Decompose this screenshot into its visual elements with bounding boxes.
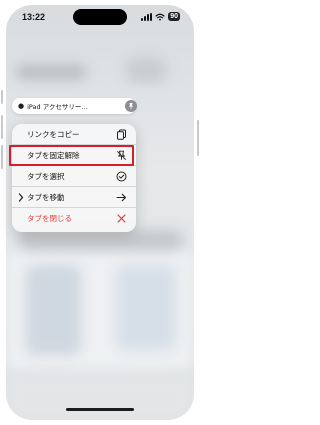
blurred-background <box>26 265 81 355</box>
menu-item-copy-link[interactable]: リンクをコピー <box>12 124 136 145</box>
volume-up-button <box>1 115 3 139</box>
power-button <box>197 120 199 156</box>
chevron-right-icon <box>18 193 24 202</box>
phone-frame: 13:22 90 ● iPad アクセサリー… リンクをコピー タブを固定解除 … <box>0 0 200 425</box>
action-button <box>1 90 3 104</box>
blurred-background <box>18 230 183 250</box>
blurred-background <box>16 65 86 79</box>
menu-item-label: タブを移動 <box>27 192 65 202</box>
blurred-background <box>116 265 176 350</box>
home-indicator[interactable] <box>66 408 134 411</box>
pinned-tab[interactable]: ● iPad アクセサリー… <box>12 98 136 114</box>
blurred-background <box>126 57 166 83</box>
menu-item-move-tab[interactable]: タブを移動 <box>12 187 136 208</box>
dynamic-island <box>73 9 127 25</box>
copy-icon <box>117 129 126 140</box>
apple-logo-icon: ● <box>18 102 25 110</box>
context-menu: リンクをコピー タブを固定解除 タブを選択 タブを移動 タブを閉じる <box>12 124 136 232</box>
battery-indicator: 90 <box>168 12 180 21</box>
highlight-box <box>9 145 134 166</box>
pinned-tab-title: iPad アクセサリー… <box>27 103 88 111</box>
arrow-right-icon <box>116 193 127 202</box>
pin-icon <box>125 100 137 112</box>
status-icons: 90 <box>141 12 180 21</box>
close-icon <box>117 214 126 223</box>
status-time: 13:22 <box>22 12 46 22</box>
menu-item-close-tab[interactable]: タブを閉じる <box>12 208 136 229</box>
menu-item-label: リンクをコピー <box>27 129 80 139</box>
menu-item-label: タブを閉じる <box>27 214 72 223</box>
menu-item-label: タブを選択 <box>27 171 65 181</box>
volume-down-button <box>1 145 3 169</box>
menu-item-select-tab[interactable]: タブを選択 <box>12 166 136 187</box>
blurred-background <box>6 377 194 420</box>
wifi-icon <box>155 13 165 20</box>
cellular-signal-icon <box>141 12 153 21</box>
checkmark-circle-icon <box>116 171 127 182</box>
